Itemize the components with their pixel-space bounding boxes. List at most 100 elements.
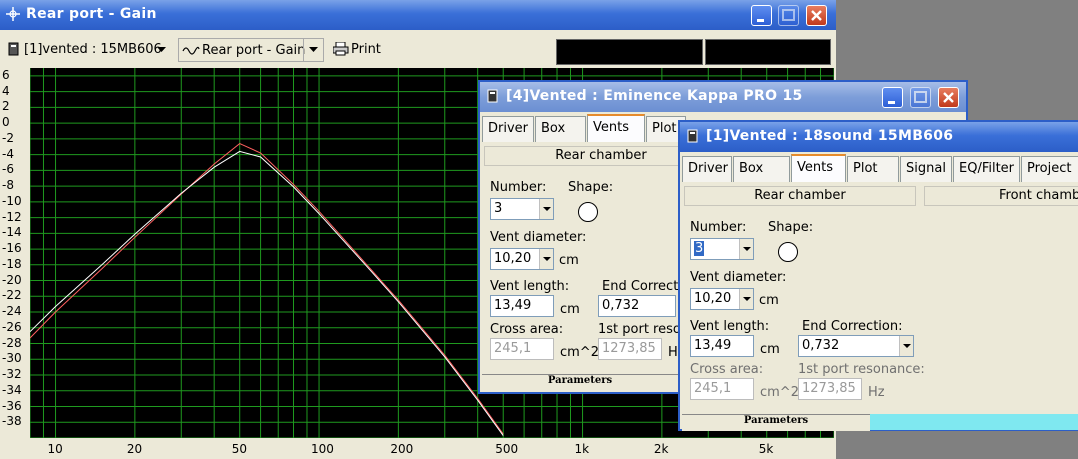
main-toolbar: [1]vented : 15MB606 Rear port - Gain Pri… [0,38,836,65]
y-tick-label: -14 [2,225,22,240]
close-button[interactable] [938,87,959,108]
vent-diameter-select[interactable]: 10,20 [690,288,754,310]
y-tick-label: 2 [2,99,10,114]
circle-shape-icon[interactable] [578,202,598,222]
x-tick-label: 500 [495,442,519,456]
number-select[interactable]: 3 [490,198,554,220]
tab-signal[interactable]: Signal [900,156,952,182]
sound18-status-bar: Parameters [682,414,870,431]
x-tick-label: 50 [231,442,247,456]
number-select[interactable]: 3 [690,238,754,260]
tab-plot[interactable]: Plot [847,156,899,182]
y-tick-label: -32 [2,367,22,382]
y-tick-label: -26 [2,319,22,334]
minimize-button[interactable] [751,5,772,26]
cross-area-value: 245,1 [490,338,554,360]
y-axis-labels: 6 4 2 0 -2 -4 -6 -8 -10 -12 -14 -16 -18 -20 -22 -24 -26-… [0,68,30,459]
tab-project[interactable]: Project [1021,156,1078,182]
kappa-window-title: [4]Vented : Eminence Kappa PRO 15 [506,88,803,104]
front-chamber-header[interactable]: Front chambe [924,186,1078,206]
readout-box-1 [556,39,703,65]
y-tick-label: -18 [2,256,22,271]
circle-shape-icon[interactable] [778,242,798,262]
port-resonance-value: 1273,85 [598,338,662,360]
y-tick-label: -20 [2,272,22,287]
tab-box[interactable]: Box [535,116,586,142]
plot-select-dropdown[interactable] [303,39,324,61]
document-icon [487,89,498,103]
x-tick-label: 10 [47,442,63,456]
x-axis-labels: 10 20 50 100 200 500 1k 2k 5k [30,438,836,459]
number-label: Number: [690,220,747,235]
kappa-status-bar: Parameters [482,374,678,391]
y-tick-label: -38 [2,414,22,429]
sound18-status-label: Parameters [743,415,809,426]
print-button[interactable]: Print [330,38,390,62]
cross-area-value: 245,1 [690,378,754,400]
y-tick-label: -12 [2,209,22,224]
sound18-title-bar[interactable]: [1]Vented : 18sound 15MB606 [680,122,1078,152]
vent-length-unit: cm [760,342,780,357]
x-tick-label: 5k [758,442,774,456]
rear-chamber-header[interactable]: Rear chamber [684,186,916,206]
minimize-icon [888,101,895,104]
end-correction-input[interactable]: 0,732 [598,295,676,317]
shape-label: Shape: [768,220,814,235]
sound18-status-indicator [870,414,1078,430]
y-tick-label: 4 [2,83,10,98]
vent-diameter-unit: cm [559,253,579,268]
y-tick-label: -28 [2,335,22,350]
x-tick-label: 1k [574,442,590,456]
port-resonance-label: 1st port resonance: [798,362,925,377]
sound18-window: [1]Vented : 18sound 15MB606 Driver Box V… [678,120,1078,431]
main-window-title: Rear port - Gain [26,6,157,22]
kappa-status-label: Parameters [547,375,613,386]
x-tick-label: 20 [126,442,143,456]
tab-vents[interactable]: Vents [587,114,645,142]
vent-diameter-unit: cm [759,293,779,308]
vent-length-label: Vent length: [690,319,770,334]
kappa-title-bar[interactable]: [4]Vented : Eminence Kappa PRO 15 [480,82,966,112]
plot-select-value: Rear port - Gain [202,43,306,58]
maximize-button[interactable] [778,5,799,26]
driver-select[interactable]: [1]vented : 15MB606 [4,38,172,62]
vent-length-label: Vent length: [490,279,570,294]
readout-box-2 [705,39,831,65]
tab-driver[interactable]: Driver [482,116,534,142]
y-tick-label: -10 [2,193,22,208]
driver-select-value: [1]vented : 15MB606 [24,42,162,57]
vent-diameter-select[interactable]: 10,20 [490,248,554,270]
vent-length-input[interactable]: 13,49 [490,295,554,317]
cross-area-label: Cross area: [490,322,564,337]
tab-box[interactable]: Box [733,156,790,182]
minimize-button[interactable] [882,87,903,108]
number-label: Number: [490,180,547,195]
vent-length-unit: cm [560,302,580,317]
waveform-icon [182,46,200,55]
end-correction-select[interactable]: 0,732 [798,335,914,357]
minimize-icon [757,19,764,22]
end-correction-label: End Correction: [802,319,903,334]
tab-vents[interactable]: Vents [791,154,846,182]
y-tick-label: -2 [2,130,14,145]
close-icon [811,10,822,21]
sound18-window-title: [1]Vented : 18sound 15MB606 [706,128,954,144]
maximize-button[interactable] [910,87,931,108]
tab-driver[interactable]: Driver [682,156,732,182]
cross-area-unit: cm^2 [760,385,799,400]
x-tick-label: 2k [653,442,669,456]
cross-area-label: Cross area: [690,362,764,377]
close-button[interactable] [806,5,827,26]
dropdown-arrow-icon [157,47,166,52]
tab-eq-filter[interactable]: EQ/Filter [953,156,1020,182]
port-resonance-unit: Hz [868,385,885,400]
document-icon [8,42,19,56]
y-tick-label: -16 [2,241,22,256]
crosshair-icon [6,7,20,21]
dropdown-arrow-icon [309,47,318,52]
vent-length-input[interactable]: 13,49 [690,335,754,357]
main-title-bar[interactable]: Rear port - Gain [0,0,836,30]
plot-select[interactable]: Rear port - Gain [178,38,324,62]
y-tick-label: 6 [2,67,10,82]
y-tick-label: -34 [2,382,22,397]
